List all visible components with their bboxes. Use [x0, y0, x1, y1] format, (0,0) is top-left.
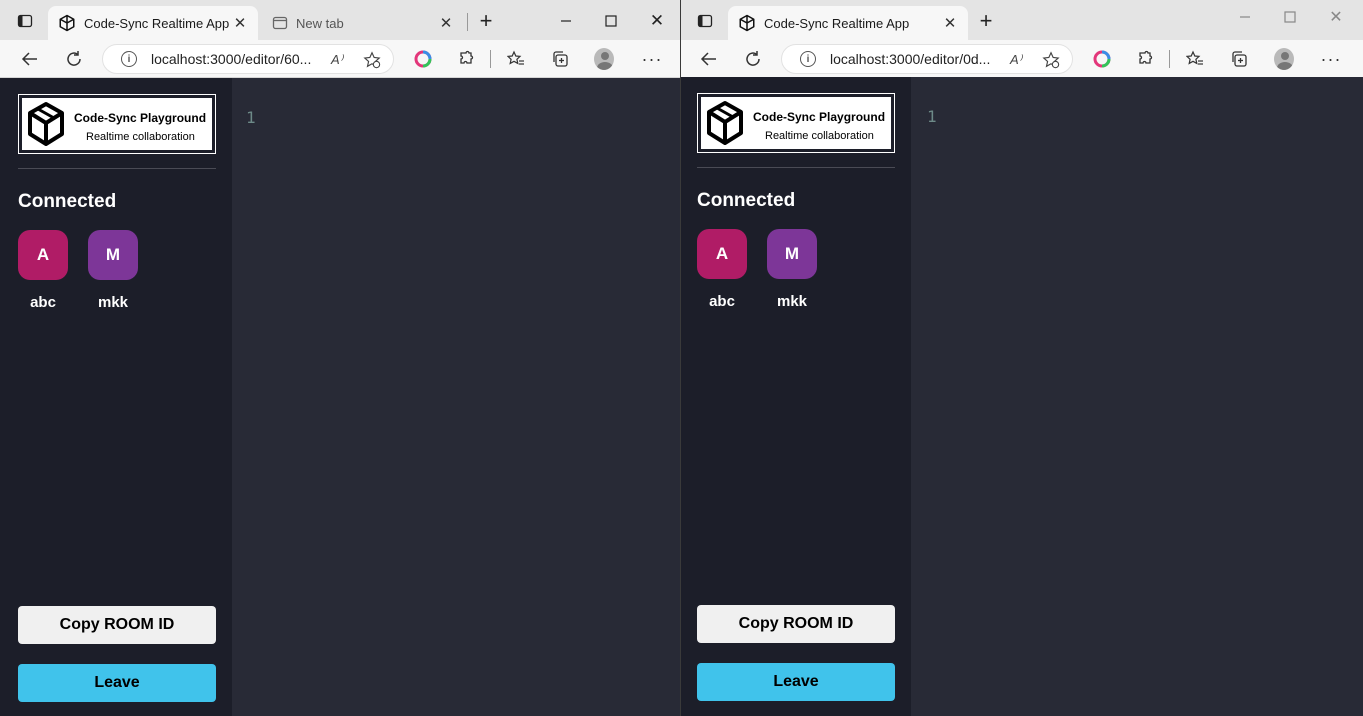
- tab-title: New tab: [296, 15, 344, 31]
- tab-new-tab[interactable]: New tab ✕: [262, 6, 464, 40]
- back-arrow-icon[interactable]: [699, 49, 719, 69]
- address-bar: i localhost:3000/editor/0d... A⁾ ···: [681, 40, 1363, 78]
- collections-icon[interactable]: [550, 49, 570, 69]
- avatar: A: [18, 230, 68, 280]
- client-mkk: M mkk: [88, 230, 138, 311]
- minimize-icon[interactable]: [1236, 8, 1254, 26]
- minimize-icon[interactable]: [557, 12, 575, 30]
- tab-title: Code-Sync Realtime App: [764, 15, 910, 31]
- client-name: mkk: [97, 294, 129, 311]
- client-abc: A abc: [697, 229, 747, 310]
- refresh-icon[interactable]: [743, 49, 763, 69]
- address-bar: i localhost:3000/editor/60... A⁾ ···: [0, 40, 680, 78]
- logo-subtitle: Realtime collaboration: [86, 131, 195, 143]
- cube-logo-icon: [28, 102, 64, 146]
- sidebar: Code-Sync Playground Realtime collaborat…: [0, 78, 232, 716]
- close-icon[interactable]: ✕: [232, 15, 248, 32]
- logo-title: Code-Sync Playground: [753, 110, 886, 124]
- client-name: abc: [30, 294, 56, 311]
- new-tab-icon: [272, 16, 288, 30]
- info-icon[interactable]: i: [121, 51, 137, 67]
- logo: Code-Sync Playground Realtime collaborat…: [18, 94, 216, 154]
- avatar: M: [767, 229, 817, 279]
- tab-code-sync[interactable]: Code-Sync Realtime App ✕: [728, 6, 968, 40]
- url-field[interactable]: i localhost:3000/editor/0d... A⁾: [781, 44, 1073, 74]
- tab-strip: Code-Sync Realtime App ✕ New tab ✕ + ✕: [0, 0, 680, 40]
- leave-button[interactable]: Leave: [697, 663, 895, 701]
- profile-icon[interactable]: [1274, 48, 1294, 70]
- code-sync-app: Code-Sync Playground Realtime collaborat…: [681, 77, 1363, 716]
- client-abc: A abc: [18, 230, 68, 311]
- sidebar-toggle-icon[interactable]: [16, 12, 34, 30]
- more-icon[interactable]: ···: [642, 49, 662, 69]
- tab-strip: Code-Sync Realtime App ✕ + ✕: [681, 0, 1363, 40]
- extensions-icon[interactable]: [1136, 49, 1156, 69]
- connected-heading: Connected: [697, 190, 796, 211]
- sidebar: Code-Sync Playground Realtime collaborat…: [681, 77, 913, 716]
- avatar: A: [697, 229, 747, 279]
- tab-code-sync[interactable]: Code-Sync Realtime App ✕: [48, 6, 258, 40]
- profile-icon[interactable]: [594, 48, 614, 70]
- close-icon[interactable]: ✕: [438, 15, 454, 32]
- tab-title: Code-Sync Realtime App: [84, 15, 230, 31]
- browser-window-left: Code-Sync Realtime App ✕ New tab ✕ + ✕ i…: [0, 0, 680, 716]
- collections-icon[interactable]: [1229, 49, 1249, 69]
- divider: [18, 168, 216, 169]
- info-icon[interactable]: i: [800, 51, 816, 67]
- extensions-icon[interactable]: [457, 49, 477, 69]
- sidebar-toggle-icon[interactable]: [696, 12, 714, 30]
- maximize-icon[interactable]: [602, 12, 620, 30]
- code-editor[interactable]: 1: [911, 77, 1363, 716]
- connected-heading: Connected: [18, 191, 117, 212]
- url-text: localhost:3000/editor/60...: [151, 51, 312, 67]
- read-aloud-icon[interactable]: A⁾: [1010, 52, 1022, 68]
- logo: Code-Sync Playground Realtime collaborat…: [697, 93, 895, 153]
- url-text: localhost:3000/editor/0d...: [830, 51, 991, 67]
- favorites-icon[interactable]: [1185, 49, 1205, 69]
- refresh-icon[interactable]: [64, 49, 84, 69]
- plus-icon[interactable]: +: [977, 8, 995, 33]
- logo-title: Code-Sync Playground: [74, 111, 207, 125]
- add-favorite-icon[interactable]: [1042, 51, 1060, 69]
- copy-room-id-button[interactable]: Copy ROOM ID: [18, 606, 216, 644]
- cube-logo-icon: [59, 14, 75, 32]
- back-arrow-icon[interactable]: [20, 49, 40, 69]
- color-wheel-icon[interactable]: [413, 49, 433, 69]
- line-number: 1: [927, 107, 937, 126]
- close-icon[interactable]: ✕: [942, 15, 958, 32]
- logo-subtitle: Realtime collaboration: [765, 130, 874, 142]
- url-field[interactable]: i localhost:3000/editor/60... A⁾: [102, 44, 394, 74]
- code-sync-app: Code-Sync Playground Realtime collaborat…: [0, 78, 680, 716]
- leave-button[interactable]: Leave: [18, 664, 216, 702]
- client-mkk: M mkk: [767, 229, 817, 310]
- favorites-icon[interactable]: [506, 49, 526, 69]
- close-window-icon[interactable]: ✕: [1327, 8, 1345, 26]
- line-number: 1: [246, 108, 256, 127]
- maximize-icon[interactable]: [1281, 8, 1299, 26]
- client-name: abc: [709, 293, 735, 310]
- add-favorite-icon[interactable]: [363, 51, 381, 69]
- cube-logo-icon: [707, 101, 743, 145]
- client-name: mkk: [776, 293, 808, 310]
- copy-room-id-button[interactable]: Copy ROOM ID: [697, 605, 895, 643]
- browser-window-right: Code-Sync Realtime App ✕ + ✕ i localhost…: [681, 0, 1363, 716]
- avatar: M: [88, 230, 138, 280]
- more-icon[interactable]: ···: [1321, 49, 1341, 69]
- read-aloud-icon[interactable]: A⁾: [331, 52, 343, 68]
- color-wheel-icon[interactable]: [1092, 49, 1112, 69]
- plus-icon[interactable]: +: [477, 8, 495, 33]
- divider: [697, 167, 895, 168]
- code-editor[interactable]: 1: [232, 78, 680, 716]
- cube-logo-icon: [739, 14, 755, 32]
- close-window-icon[interactable]: ✕: [648, 11, 666, 30]
